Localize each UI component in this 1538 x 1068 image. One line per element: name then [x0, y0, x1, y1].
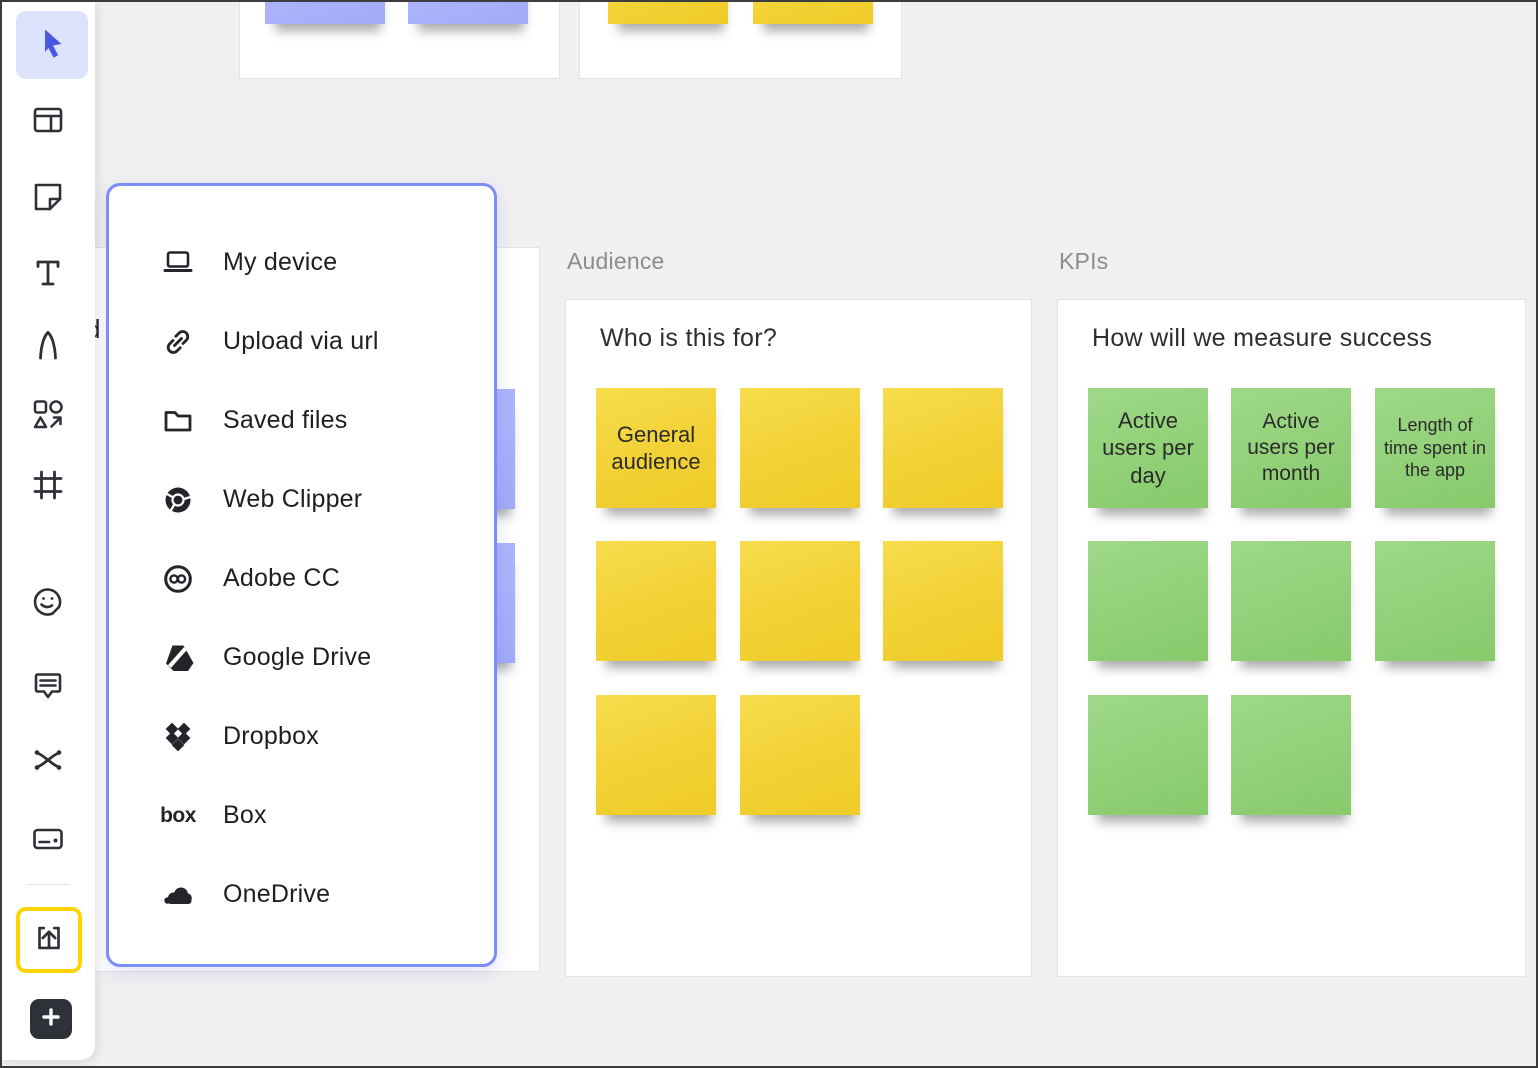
sticker-tool-button[interactable]: [28, 582, 68, 622]
folder-icon: [159, 403, 197, 439]
cursor-icon: [32, 23, 72, 68]
sticky-note[interactable]: [740, 541, 860, 661]
menu-item-label: Web Clipper: [223, 485, 362, 514]
menu-item-my-device[interactable]: My device: [109, 223, 494, 302]
frame-title-kpis[interactable]: KPIs: [1059, 248, 1108, 275]
connector-tool-button[interactable]: [28, 740, 68, 780]
sticky-note[interactable]: [596, 695, 716, 815]
box-icon: box: [159, 804, 197, 828]
menu-item-label: OneDrive: [223, 880, 330, 909]
sticker-smiley-icon: [28, 582, 68, 622]
shapes-icon: [28, 394, 68, 434]
menu-item-google-drive[interactable]: Google Drive: [109, 618, 494, 697]
sticky-note[interactable]: [596, 541, 716, 661]
frame-top-right[interactable]: [579, 2, 902, 79]
menu-item-dropbox[interactable]: Dropbox: [109, 697, 494, 776]
menu-item-label: Dropbox: [223, 722, 319, 751]
sticky-note-tool-button[interactable]: [28, 177, 68, 217]
sticky-note[interactable]: [740, 388, 860, 508]
dropbox-icon: [159, 719, 197, 755]
plus-icon: [38, 1004, 64, 1035]
sticky-note[interactable]: [740, 695, 860, 815]
sticky-note[interactable]: [1088, 695, 1208, 815]
sticky-note[interactable]: [608, 0, 728, 24]
sticky-note[interactable]: [1231, 695, 1351, 815]
card-icon: [28, 819, 68, 859]
chrome-icon: [159, 482, 197, 518]
menu-item-label: Google Drive: [223, 643, 371, 672]
pen-icon: [28, 325, 68, 365]
templates-tool-button[interactable]: [28, 100, 68, 140]
sticky-note[interactable]: General audience: [596, 388, 716, 508]
onedrive-icon: [159, 877, 197, 913]
toolbar: [2, 2, 95, 1060]
card-tool-button[interactable]: [28, 819, 68, 859]
audience-heading[interactable]: Who is this for?: [600, 324, 777, 353]
sticky-note-icon: [28, 177, 68, 217]
text-icon: [28, 253, 68, 293]
menu-item-box[interactable]: box Box: [109, 776, 494, 855]
frame-kpis[interactable]: How will we measure success Active users…: [1057, 299, 1526, 977]
frame-title-audience[interactable]: Audience: [567, 248, 665, 275]
kpis-heading[interactable]: How will we measure success: [1092, 324, 1432, 353]
frame-top-left[interactable]: [239, 2, 560, 79]
add-app-button[interactable]: [30, 999, 72, 1039]
sticky-note[interactable]: Active users per day: [1088, 388, 1208, 508]
frame-audience[interactable]: Who is this for? General audience: [565, 299, 1032, 977]
menu-item-label: My device: [223, 248, 337, 277]
pen-tool-button[interactable]: [28, 325, 68, 365]
comment-icon: [28, 665, 68, 705]
upload-icon: [30, 919, 68, 962]
comment-tool-button[interactable]: [28, 665, 68, 705]
sticky-note[interactable]: [753, 0, 873, 24]
menu-item-label: Adobe CC: [223, 564, 340, 593]
sticky-note[interactable]: [408, 0, 528, 24]
connector-icon: [28, 740, 68, 780]
sticky-note[interactable]: [1375, 541, 1495, 661]
menu-item-label: Box: [223, 801, 267, 830]
adobe-cc-icon: [159, 561, 197, 597]
sticky-note[interactable]: Active users per month: [1231, 388, 1351, 508]
templates-icon: [28, 100, 68, 140]
sticky-note[interactable]: [1231, 541, 1351, 661]
toolbar-divider: [27, 884, 70, 885]
frame-icon: [28, 465, 68, 505]
menu-item-upload-via-url[interactable]: Upload via url: [109, 302, 494, 381]
sticky-note[interactable]: [883, 541, 1003, 661]
menu-item-onedrive[interactable]: OneDrive: [109, 855, 494, 934]
sticky-note[interactable]: [883, 388, 1003, 508]
menu-item-saved-files[interactable]: Saved files: [109, 381, 494, 460]
upload-menu: My device Upload via url Saved files: [106, 183, 497, 967]
menu-item-adobe-cc[interactable]: Adobe CC: [109, 539, 494, 618]
whiteboard-app: d Audience Who is this for? General audi…: [0, 0, 1538, 1068]
google-drive-icon: [159, 640, 197, 676]
shapes-tool-button[interactable]: [28, 394, 68, 434]
frame-tool-button[interactable]: [28, 465, 68, 505]
sticky-note[interactable]: [1088, 541, 1208, 661]
sticky-note[interactable]: [265, 0, 385, 24]
sticky-note[interactable]: Length of time spent in the app: [1375, 388, 1495, 508]
upload-tool-button[interactable]: [16, 907, 82, 973]
menu-item-label: Saved files: [223, 406, 348, 435]
menu-item-label: Upload via url: [223, 327, 379, 356]
menu-item-web-clipper[interactable]: Web Clipper: [109, 460, 494, 539]
link-icon: [159, 324, 197, 360]
text-tool-button[interactable]: [28, 253, 68, 293]
laptop-icon: [159, 245, 197, 281]
select-tool-button[interactable]: [16, 11, 88, 79]
